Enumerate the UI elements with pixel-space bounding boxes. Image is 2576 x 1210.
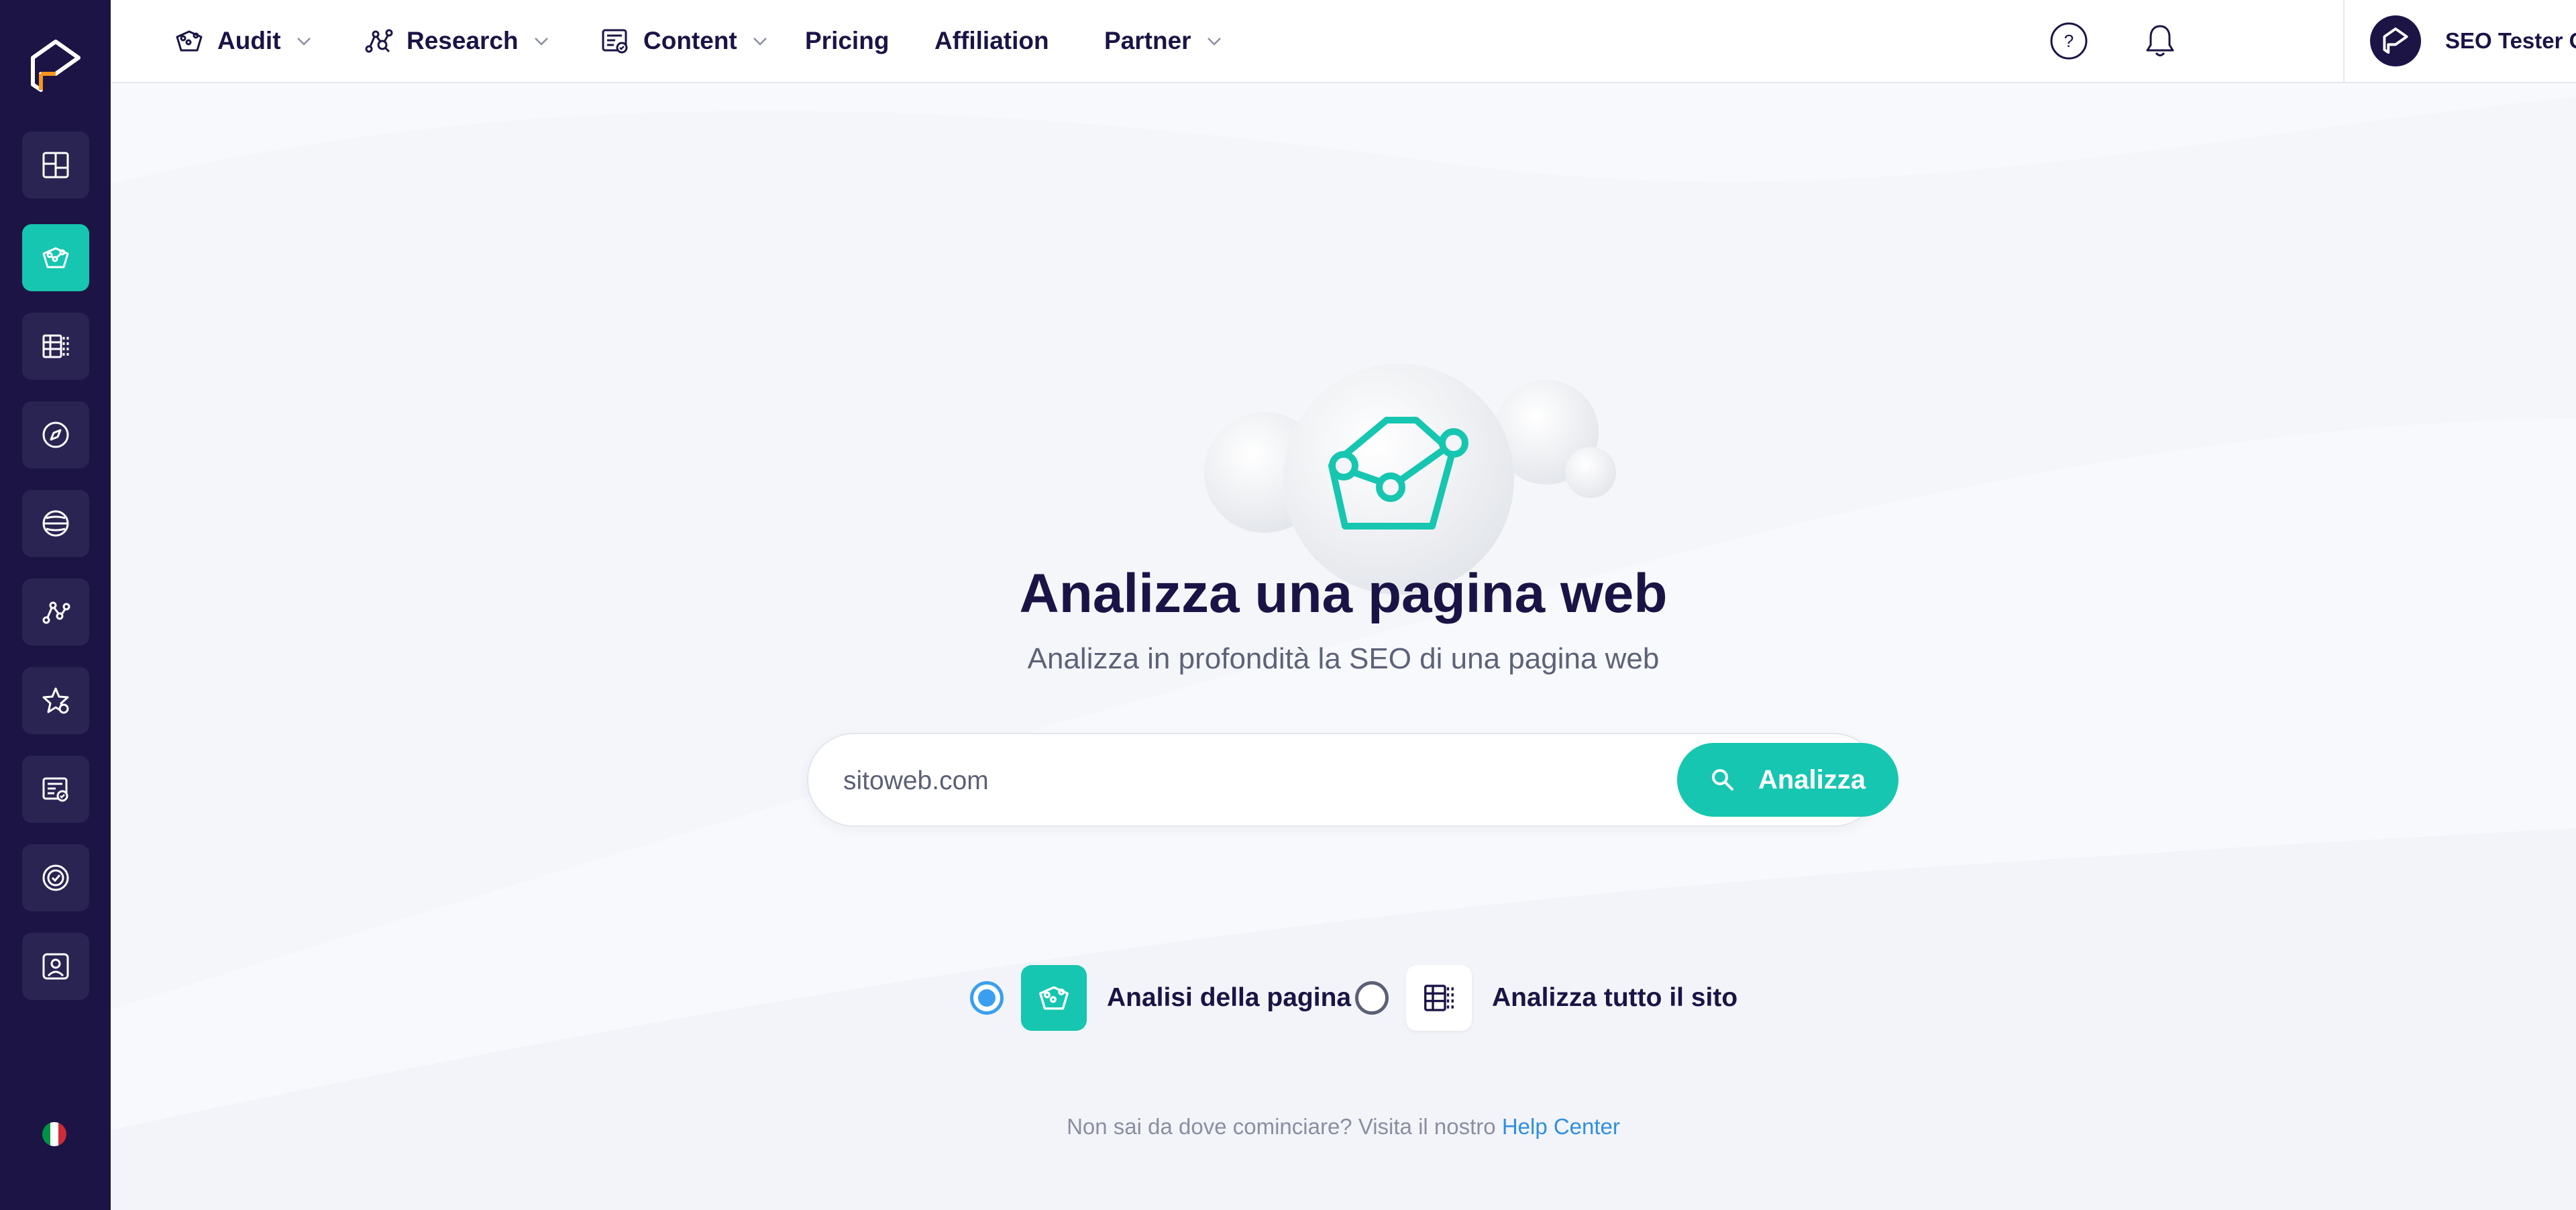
audit-basket-icon <box>42 247 69 268</box>
search-icon <box>1711 769 1733 791</box>
help-center-link[interactable]: Help Center <box>1502 1114 1620 1139</box>
url-input[interactable] <box>843 754 1615 808</box>
nav-pricing[interactable]: Pricing <box>805 0 889 82</box>
nav-affiliation-label: Affiliation <box>934 27 1049 54</box>
site-table-icon <box>1406 965 1472 1031</box>
globe-icon <box>42 510 69 537</box>
target-check-icon <box>42 864 69 891</box>
sidebar-item-dashboard[interactable] <box>22 132 89 199</box>
mode-page-analysis[interactable]: Analisi della pagina <box>970 964 1351 1031</box>
nav-affiliation[interactable]: Affiliation <box>934 0 1049 82</box>
nav-research[interactable]: Research <box>362 0 551 82</box>
help-text: Non sai da dove cominciare? Visita il no… <box>111 1114 2576 1140</box>
svg-text:?: ? <box>2064 31 2074 51</box>
italy-flag-icon[interactable] <box>42 1122 66 1146</box>
mode-site-analysis-label: Analizza tutto il sito <box>1492 983 1738 1012</box>
nav-content-label: Content <box>643 27 737 54</box>
chevron-down-icon <box>1207 38 1221 46</box>
user-menu[interactable]: SEO Tester Online <box>2370 15 2576 67</box>
dashboard-icon <box>42 152 69 179</box>
audit-basket-icon <box>1021 965 1087 1031</box>
nav-content[interactable]: Content <box>599 0 769 82</box>
page-subtitle: Analizza in profondità la SEO di una pag… <box>1027 642 1660 675</box>
app-logo-icon <box>2383 27 2408 54</box>
graph-nodes-icon <box>42 601 70 624</box>
sidebar-item-audit[interactable] <box>22 224 89 291</box>
chevron-down-icon <box>534 38 548 46</box>
sidebar-item-globe[interactable] <box>22 490 89 557</box>
nav-partner-label: Partner <box>1104 27 1191 54</box>
sidebar-item-rating[interactable] <box>22 667 89 734</box>
site-table-icon <box>42 334 69 358</box>
audit-illustration <box>1204 364 1616 595</box>
nav-partner[interactable]: Partner <box>1104 0 1224 82</box>
sidebar <box>0 0 111 1210</box>
graph-nodes-icon <box>365 29 393 53</box>
sidebar-item-content[interactable] <box>22 756 89 823</box>
audit-basket-icon <box>176 30 203 52</box>
page-title: Analizza una pagina web <box>1019 563 1668 624</box>
help-text-prefix: Non sai da dove cominciare? Visita il no… <box>1067 1114 1496 1139</box>
mode-page-analysis-label: Analisi della pagina <box>1107 983 1352 1012</box>
content-check-icon <box>42 777 68 802</box>
nav-audit-label: Audit <box>217 27 281 54</box>
sidebar-item-profile[interactable] <box>22 933 89 1000</box>
sidebar-item-site-audit[interactable] <box>22 313 89 380</box>
radio-site-analysis[interactable] <box>1355 981 1389 1015</box>
analyze-button-label: Analizza <box>1758 764 1866 795</box>
topbar-divider <box>2343 0 2345 82</box>
profile-frame-icon <box>42 953 69 980</box>
help-button[interactable]: ? <box>2049 21 2089 61</box>
notifications-button[interactable] <box>2140 21 2180 61</box>
chevron-down-icon <box>297 38 311 46</box>
search-bar: Analizza <box>807 733 1898 827</box>
radio-page-analysis[interactable] <box>970 981 1004 1015</box>
sidebar-item-target[interactable] <box>22 844 89 911</box>
chevron-down-icon <box>753 38 767 46</box>
app-logo-icon[interactable] <box>29 38 83 95</box>
compass-icon <box>42 421 69 448</box>
sidebar-item-graph[interactable] <box>22 578 89 646</box>
bell-icon <box>2146 25 2174 56</box>
star-badge-icon <box>42 687 69 714</box>
sidebar-item-compass[interactable] <box>22 401 89 468</box>
user-name: SEO Tester Online <box>2445 28 2576 53</box>
content-check-icon <box>602 29 628 54</box>
top-navigation: Audit Research Content Pricing Affiliati… <box>111 0 2576 83</box>
question-circle-icon: ? <box>2050 22 2088 60</box>
analyze-button[interactable]: Analizza <box>1677 743 1898 817</box>
nav-audit[interactable]: Audit <box>173 0 313 82</box>
avatar <box>2370 15 2421 66</box>
main-content: Analizza una pagina web Analizza in prof… <box>111 83 2576 1210</box>
nav-research-label: Research <box>407 27 519 54</box>
mode-site-analysis[interactable]: Analizza tutto il sito <box>1355 964 1737 1031</box>
nav-pricing-label: Pricing <box>805 27 890 54</box>
